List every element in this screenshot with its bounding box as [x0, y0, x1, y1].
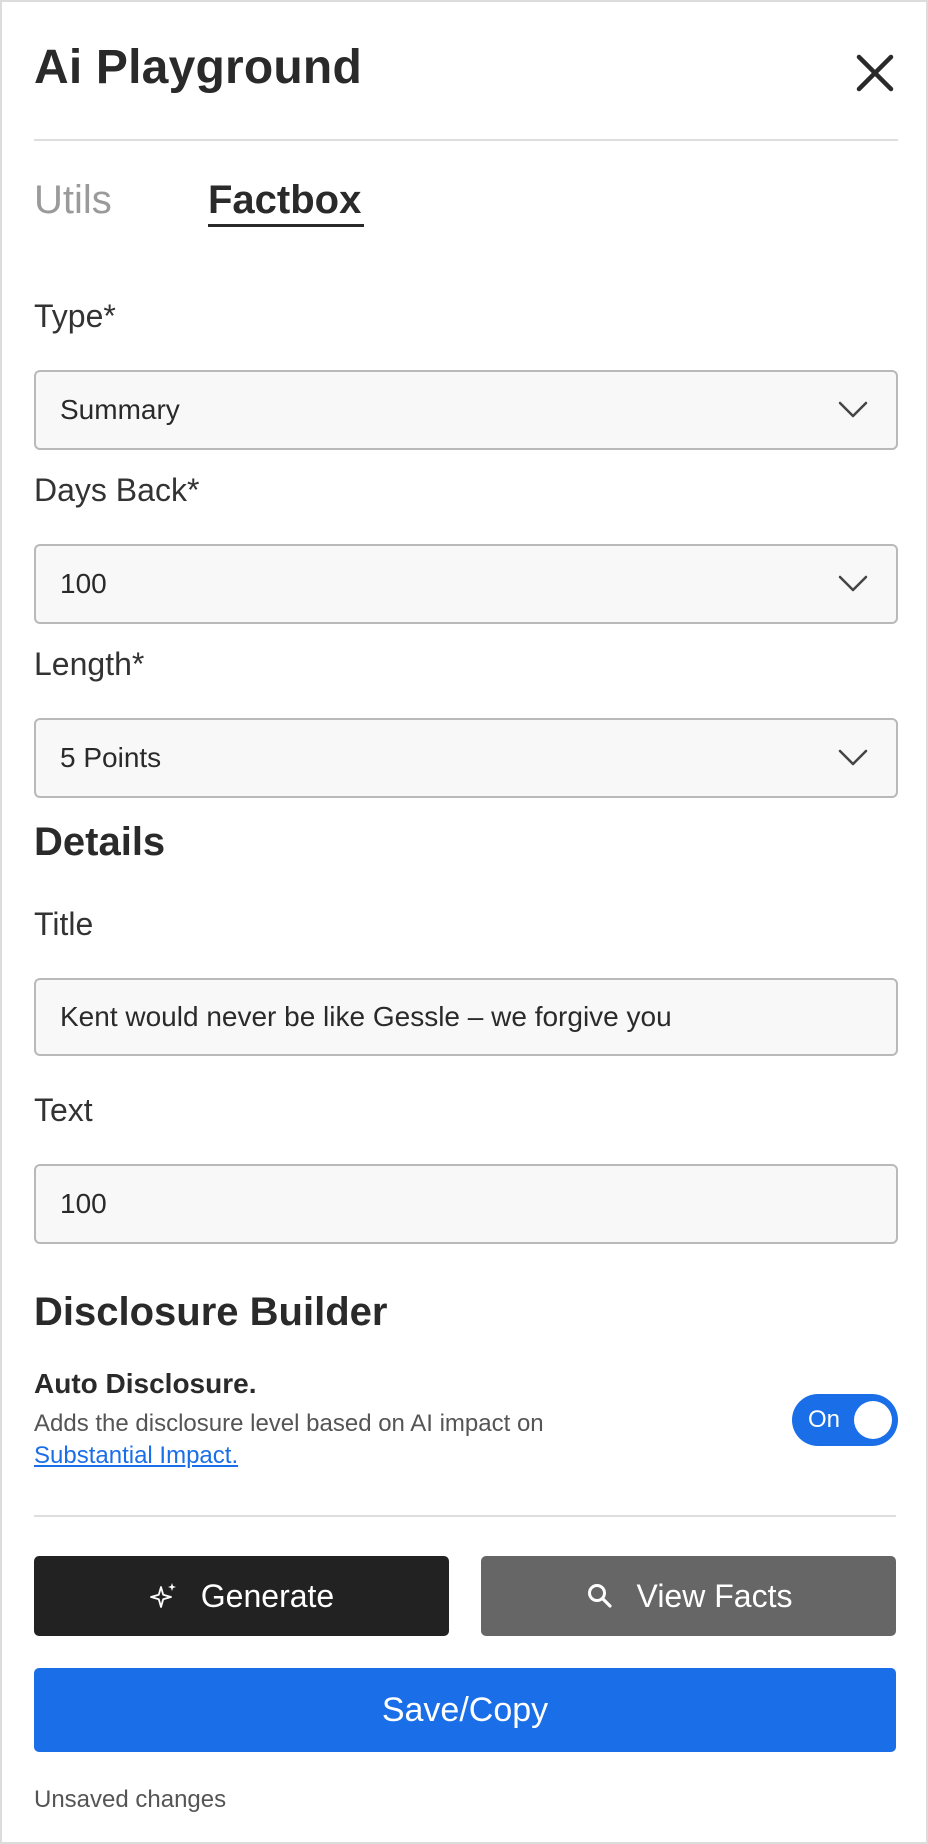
- save-copy-button[interactable]: Save/Copy: [34, 1668, 896, 1752]
- length-select[interactable]: 5 Points: [34, 718, 898, 798]
- generate-button-label: Generate: [200, 1577, 335, 1614]
- ai-playground-panel: Ai Playground Utils Factbox Type* Summar…: [0, 0, 928, 1844]
- toggle-knob: [854, 1401, 892, 1439]
- active-tab-indicator: [208, 224, 364, 227]
- save-copy-button-label: Save/Copy: [381, 1690, 549, 1729]
- sparkle-icon: [149, 1581, 179, 1611]
- title-label: Title: [34, 906, 94, 942]
- chevron-down-icon: [838, 400, 868, 420]
- view-facts-button[interactable]: View Facts: [481, 1556, 896, 1636]
- chevron-down-icon: [838, 574, 868, 594]
- text-label: Text: [34, 1092, 93, 1128]
- substantial-impact-link[interactable]: Substantial Impact.: [34, 1442, 238, 1470]
- chevron-down-icon: [838, 748, 868, 768]
- auto-disclosure-toggle[interactable]: On: [792, 1394, 898, 1446]
- days-back-select-value: 100: [60, 568, 107, 599]
- details-heading: Details: [34, 820, 166, 864]
- view-facts-button-label: View Facts: [636, 1577, 793, 1614]
- length-select-value: 5 Points: [60, 742, 162, 773]
- type-select-value: Summary: [60, 394, 180, 425]
- auto-disclosure-label: Auto Disclosure.: [34, 1368, 257, 1399]
- generate-button[interactable]: Generate: [34, 1556, 449, 1636]
- header-divider: [34, 139, 898, 141]
- length-label: Length*: [34, 646, 145, 682]
- title-input[interactable]: Kent would never be like Gessle – we for…: [34, 978, 898, 1056]
- unsaved-changes-status: Unsaved changes: [34, 1786, 227, 1813]
- days-back-label: Days Back*: [34, 472, 200, 508]
- tab-utils[interactable]: Utils: [34, 178, 112, 223]
- actions-divider: [34, 1515, 896, 1517]
- auto-disclosure-description: Adds the disclosure level based on AI im…: [34, 1410, 544, 1437]
- type-select[interactable]: Summary: [34, 370, 898, 450]
- app-title: Ai Playground: [34, 41, 362, 94]
- days-back-select[interactable]: 100: [34, 544, 898, 624]
- disclosure-builder-heading: Disclosure Builder: [34, 1290, 388, 1334]
- close-icon[interactable]: [854, 52, 896, 94]
- search-icon: [585, 1581, 615, 1611]
- toggle-label: On: [808, 1406, 841, 1433]
- title-input-value: Kent would never be like Gessle – we for…: [60, 1001, 672, 1032]
- type-label: Type*: [34, 298, 116, 334]
- text-input[interactable]: 100: [34, 1164, 898, 1244]
- tab-factbox[interactable]: Factbox: [208, 178, 361, 223]
- text-input-value: 100: [60, 1188, 107, 1219]
